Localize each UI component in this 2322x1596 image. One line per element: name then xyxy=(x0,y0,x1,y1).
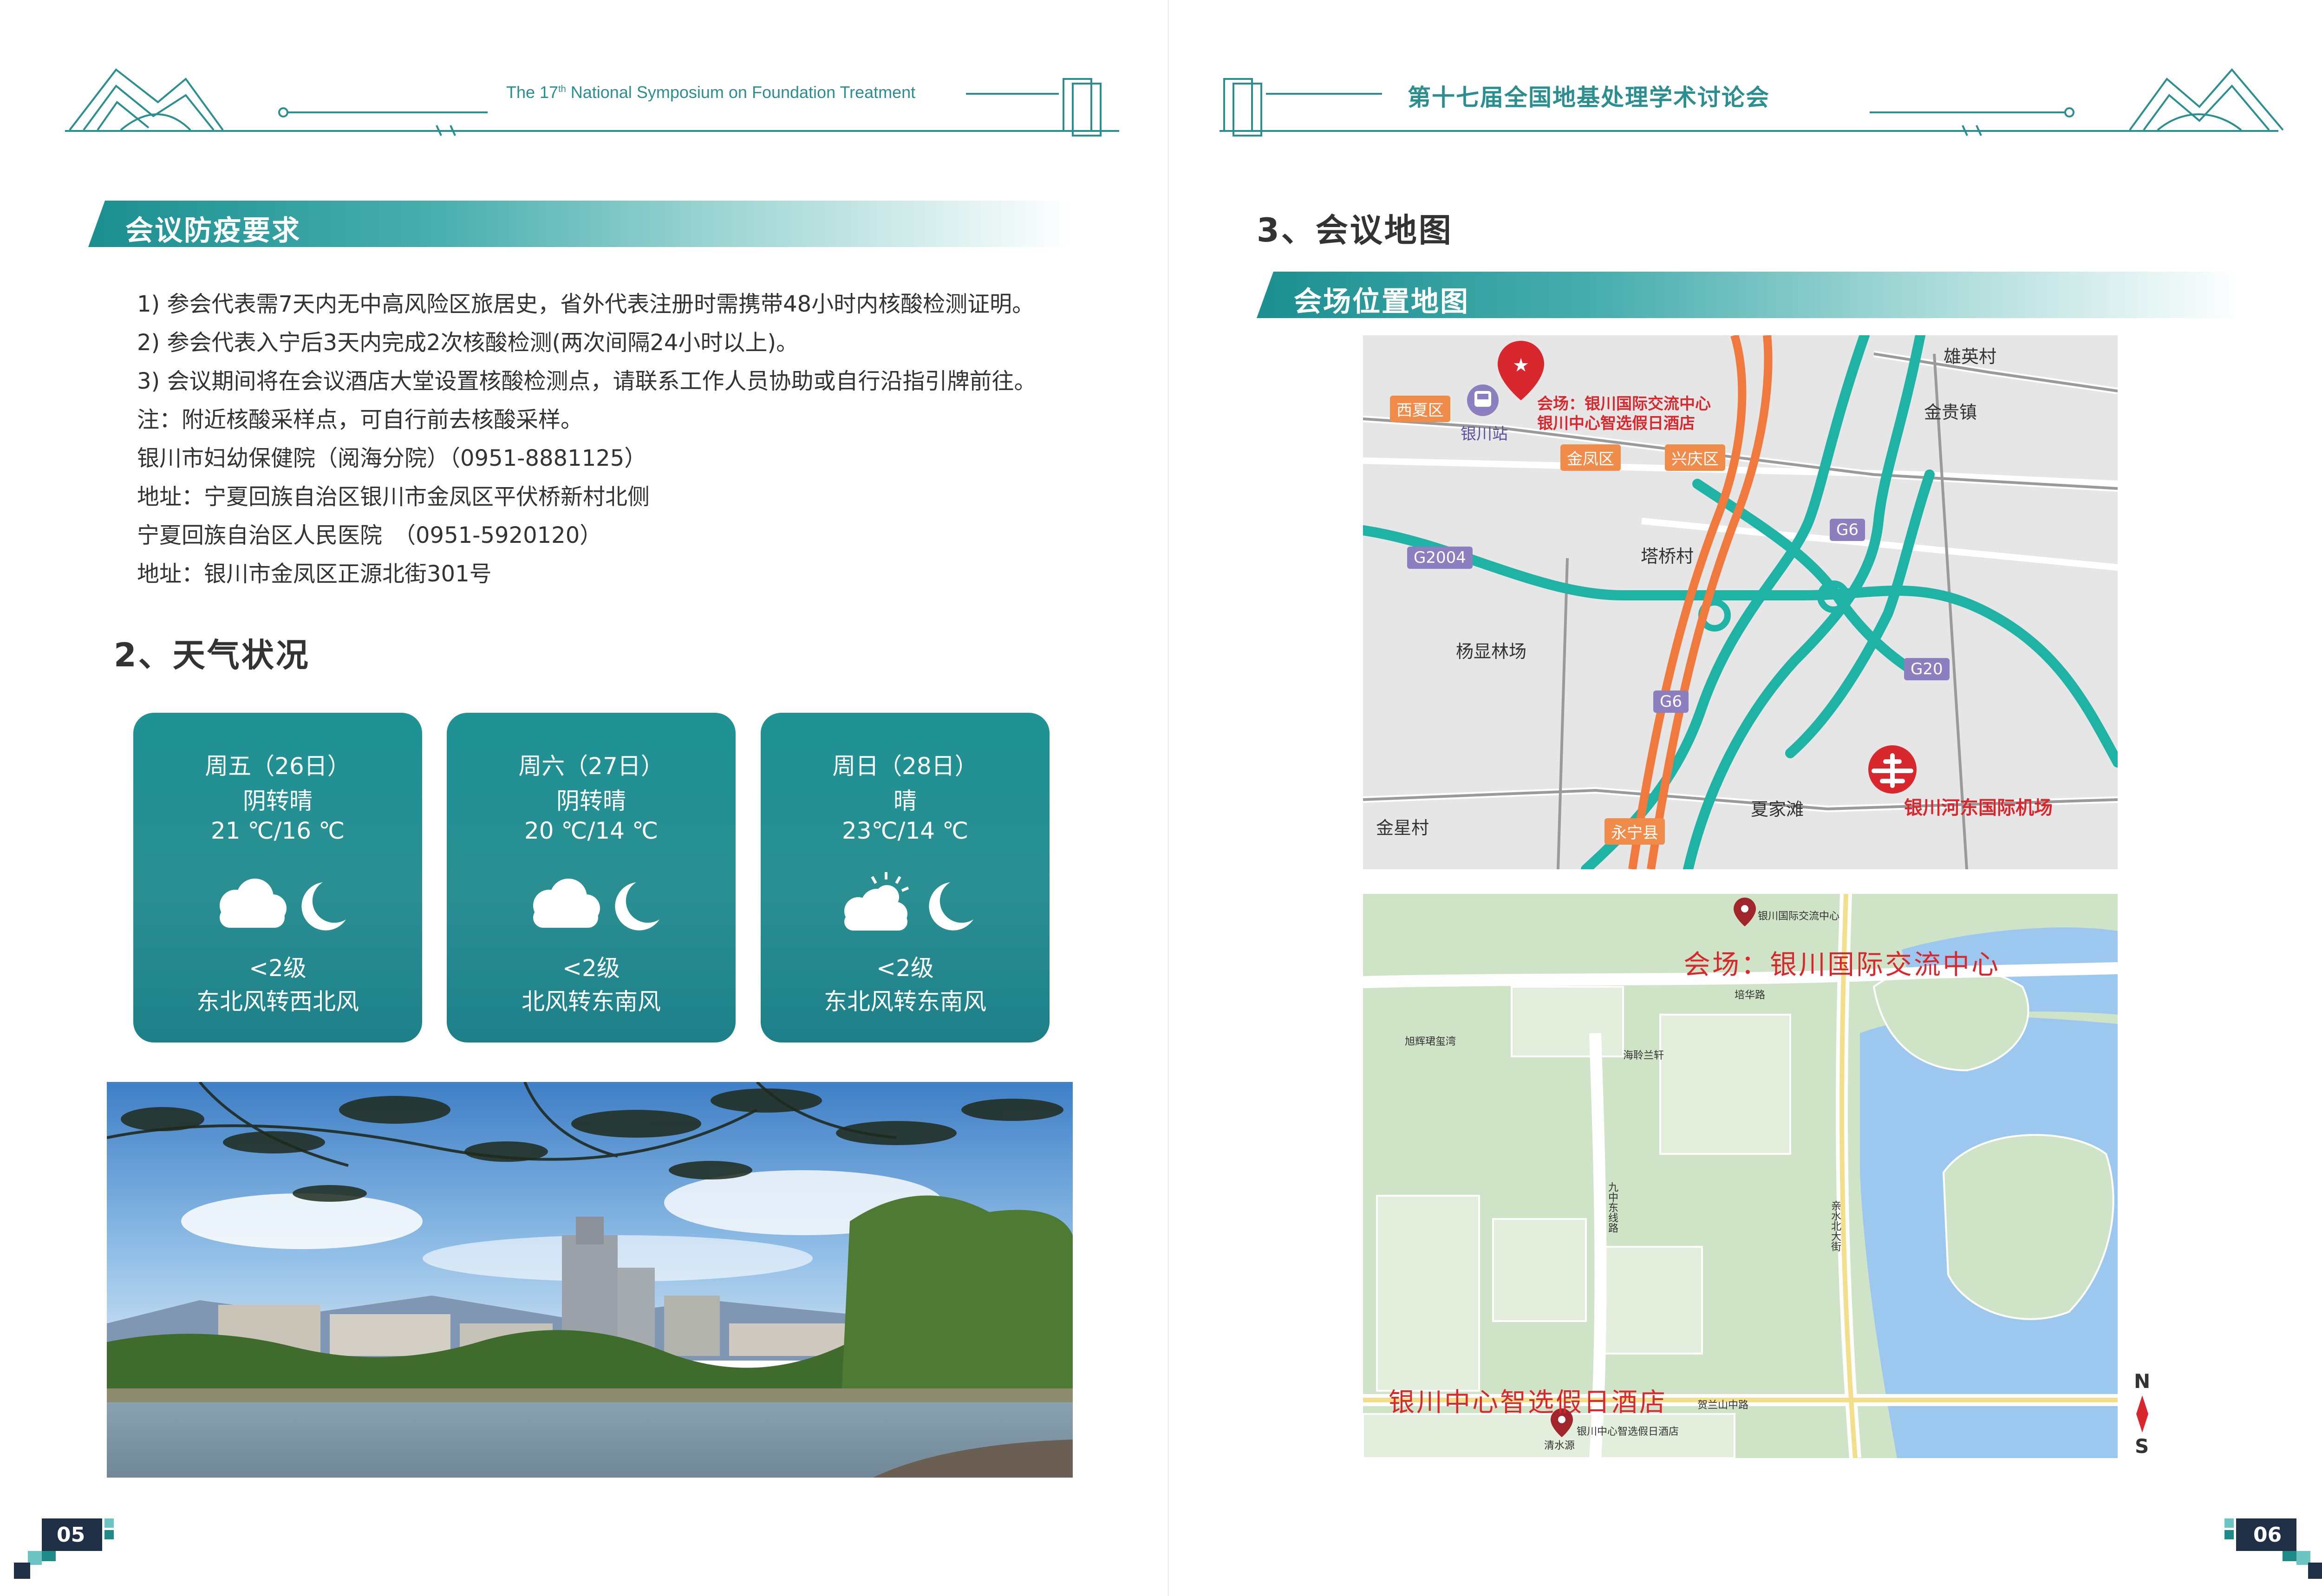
place-label: 金贵镇 xyxy=(1924,402,1977,423)
district-tag: 西夏区 xyxy=(1390,396,1450,422)
weather-card-fri: 周五（26日） 阴转晴 21 ℃/16 ℃ <2级 东北风转西北风 xyxy=(133,713,422,1042)
weather-condition: 阴转晴 xyxy=(243,788,313,814)
left-page: The 17th National Symposium on Foundatio… xyxy=(0,0,1168,1596)
cloud-icon xyxy=(533,879,600,928)
road-label: 贺兰山中路 xyxy=(1697,1400,1749,1411)
wind-level: <2级 xyxy=(562,955,620,982)
road-label: 培华路 xyxy=(1735,990,1766,1001)
section-title: 会场位置地图 xyxy=(1294,286,1469,318)
road-label: 亲水北大街 xyxy=(1829,1200,1841,1251)
district-tag: 金凤区 xyxy=(1560,444,1621,471)
text-line-7: 宁夏回族自治区人民医院 （0951-5920120） xyxy=(137,522,602,548)
weather-temp: 20 ℃/14 ℃ xyxy=(524,817,659,844)
header-title-en: The 17th National Symposium on Foundatio… xyxy=(506,83,916,102)
text-line-5: 银川市妇幼保健院（阅海分院）（0951-8881125） xyxy=(137,445,647,471)
moon-icon xyxy=(301,882,346,931)
weather-heading: 2、天气状况 xyxy=(114,636,310,674)
district-tag: 永宁县 xyxy=(1605,818,1665,845)
wind-level: <2级 xyxy=(249,955,307,982)
weather-card-sat: 周六（27日） 阴转晴 20 ℃/14 ℃ <2级 北风转东南风 xyxy=(447,713,736,1042)
hotel-small-label: 银川中心智选假日酒店 xyxy=(1577,1426,1679,1438)
airport-label: 银川河东国际机场 xyxy=(1904,797,2053,819)
hotel-big-label: 银川中心智选假日酒店 xyxy=(1389,1388,1667,1418)
station-label: 银川站 xyxy=(1461,425,1508,443)
weather-icons xyxy=(533,879,659,931)
place-label: 塔桥村 xyxy=(1641,546,1694,567)
wind-direction: 北风转东南风 xyxy=(522,988,661,1015)
section-bar-epidemic: 会议防疫要求 xyxy=(88,201,1073,247)
weather-temp: 23℃/14 ℃ xyxy=(841,817,969,844)
moon-icon xyxy=(929,882,973,931)
brochure-spread: The 17th National Symposium on Foundatio… xyxy=(0,0,2322,1596)
place-label: 雄英村 xyxy=(1944,346,1997,367)
wind-direction: 东北风转西北风 xyxy=(196,988,359,1015)
text-line-3: 3) 会议期间将在会议酒店大堂设置核酸检测点，请联系工作人员协助或自行沿指引牌前… xyxy=(137,368,1037,394)
train-station-icon xyxy=(1467,384,1499,416)
place-label: 海聆兰轩 xyxy=(1623,1050,1664,1062)
road-map-lines: ★ xyxy=(1363,335,2118,869)
weather-day: 周日（28日） xyxy=(832,753,978,780)
place-label: 旭辉珺玺湾 xyxy=(1405,1036,1456,1048)
weather-condition: 阴转晴 xyxy=(556,788,626,814)
map-heading: 3、会议地图 xyxy=(1257,211,1453,249)
section-bar-venue-map: 会场位置地图 xyxy=(1257,272,2241,318)
weather-card-sun: 周日（28日） 晴 23℃/14 ℃ <2级 东北风转东南风 xyxy=(761,713,1050,1042)
moon-icon xyxy=(615,882,659,931)
svg-text:★: ★ xyxy=(1513,355,1529,376)
cloud-icon xyxy=(220,879,287,928)
sun-cloud-icon xyxy=(844,872,909,931)
page-number: 06 xyxy=(2253,1523,2282,1547)
compass-needle-icon xyxy=(2136,1395,2148,1433)
place-label: 夏家滩 xyxy=(1751,799,1804,820)
text-line-6: 地址：宁夏回族自治区银川市金凤区平伏桥新村北侧 xyxy=(137,484,650,510)
road-tag: G2004 xyxy=(1407,547,1473,569)
text-line-8: 地址：银川市金凤区正源北街301号 xyxy=(137,561,492,587)
weather-icons xyxy=(844,872,973,931)
place-label: 杨显林场 xyxy=(1456,641,1527,662)
weather-day: 周五（26日） xyxy=(205,753,351,780)
section-title: 会议防疫要求 xyxy=(125,215,301,247)
district-tag: 兴庆区 xyxy=(1665,444,1725,471)
text-line-4: 注：附近核酸采样点，可自行前去核酸采样。 xyxy=(137,407,583,433)
place-label: 清水源 xyxy=(1544,1440,1575,1452)
road-tag: G6 xyxy=(1830,519,1865,541)
compass-south: S xyxy=(2135,1435,2149,1458)
street-map: 银川国际交流中心 会场：银川国际交流中心 银川中心智选假日酒店 银川中心智选假日… xyxy=(1363,894,2118,1458)
weather-icons xyxy=(220,879,346,931)
header-title-zh: 第十七届全国地基处理学术讨论会 xyxy=(1408,84,1770,111)
weather-temp: 21 ℃/16 ℃ xyxy=(210,817,345,844)
wind-direction: 东北风转东南风 xyxy=(824,988,986,1015)
weather-condition: 晴 xyxy=(894,788,917,814)
road-tag: G20 xyxy=(1904,658,1950,680)
weather-day: 周六（27日） xyxy=(518,753,664,780)
place-label: 金星村 xyxy=(1376,818,1429,838)
road-label: 九中东线路 xyxy=(1606,1182,1618,1233)
venue-label-line2: 银川中心智选假日酒店 xyxy=(1537,414,1695,433)
road-tag: G6 xyxy=(1653,691,1689,713)
airport-icon xyxy=(1868,745,1917,794)
road-map: ★ 会场：银川国际交流中心 银川中心智选假日酒店 银川站 西夏区 金凤区 兴庆区… xyxy=(1363,335,2118,869)
text-line-1: 1) 参会代表需7天内无中高风险区旅居史，省外代表注册时需携带48小时内核酸检测… xyxy=(137,291,1035,317)
page-number: 05 xyxy=(57,1523,85,1547)
wind-level: <2级 xyxy=(876,955,934,982)
venue-big-label: 会场：银川国际交流中心 xyxy=(1683,949,2001,980)
text-line-2: 2) 参会代表入宁后3天内完成2次核酸检测(两次间隔24小时以上)。 xyxy=(137,330,799,356)
compass-north: N xyxy=(2134,1370,2151,1393)
venue-small-label: 银川国际交流中心 xyxy=(1758,911,1840,922)
lake-photo xyxy=(107,1082,1073,1478)
